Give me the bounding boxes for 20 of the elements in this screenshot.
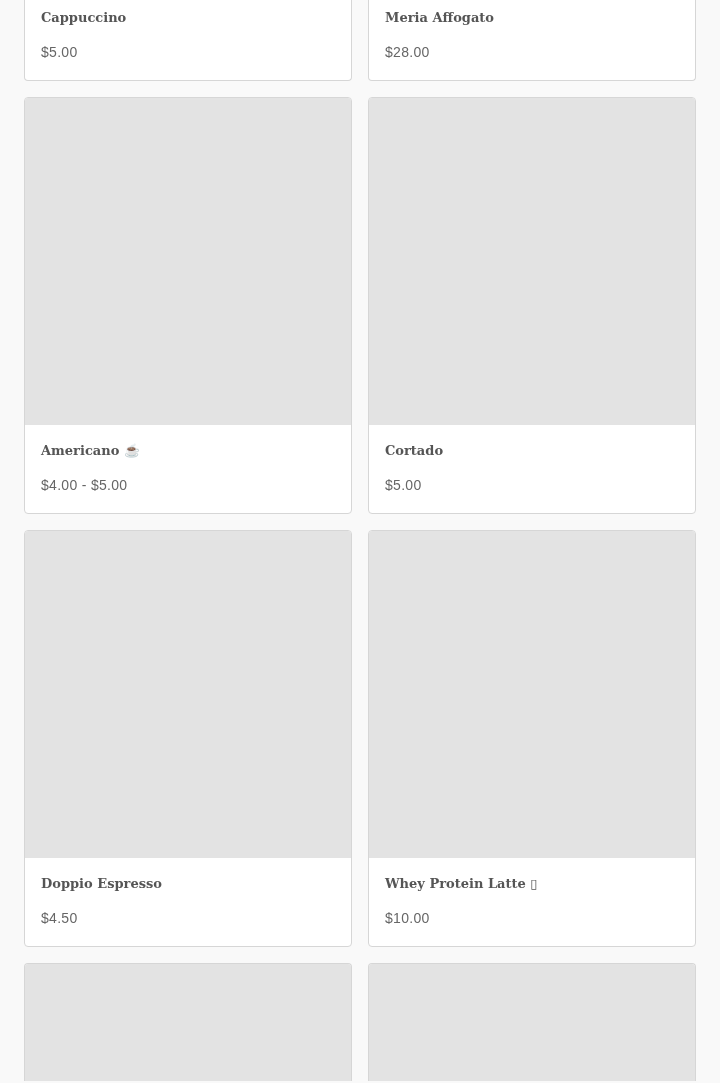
product-title[interactable]: Meria Affogato (385, 9, 679, 27)
product-price: $28.00 (385, 43, 431, 62)
product-title[interactable]: Americano ☕ (41, 442, 335, 460)
product-price: $5.00 (41, 43, 79, 62)
product-card[interactable]: Whey Protein Latte ▯ $10.00 (368, 530, 696, 947)
product-price: $4.50 (41, 909, 79, 928)
product-title[interactable]: Whey Protein Latte ▯ (385, 875, 679, 893)
product-title[interactable]: Cortado (385, 442, 679, 460)
product-price: $10.00 (385, 909, 431, 928)
product-price: $4.00 - $5.00 (41, 476, 129, 495)
product-card[interactable]: Americano ☕ $4.00 - $5.00 (24, 97, 352, 514)
product-price: $5.00 (385, 476, 423, 495)
product-title[interactable]: Doppio Espresso (41, 875, 335, 893)
product-card[interactable] (24, 963, 352, 1081)
product-card[interactable] (368, 963, 696, 1081)
product-card[interactable]: Cappuccino $5.00 (24, 0, 352, 81)
product-card[interactable]: Doppio Espresso $4.50 (24, 530, 352, 947)
product-card[interactable]: Cortado $5.00 (368, 97, 696, 514)
product-title[interactable]: Cappuccino (41, 9, 335, 27)
product-card[interactable]: Meria Affogato $28.00 (368, 0, 696, 81)
